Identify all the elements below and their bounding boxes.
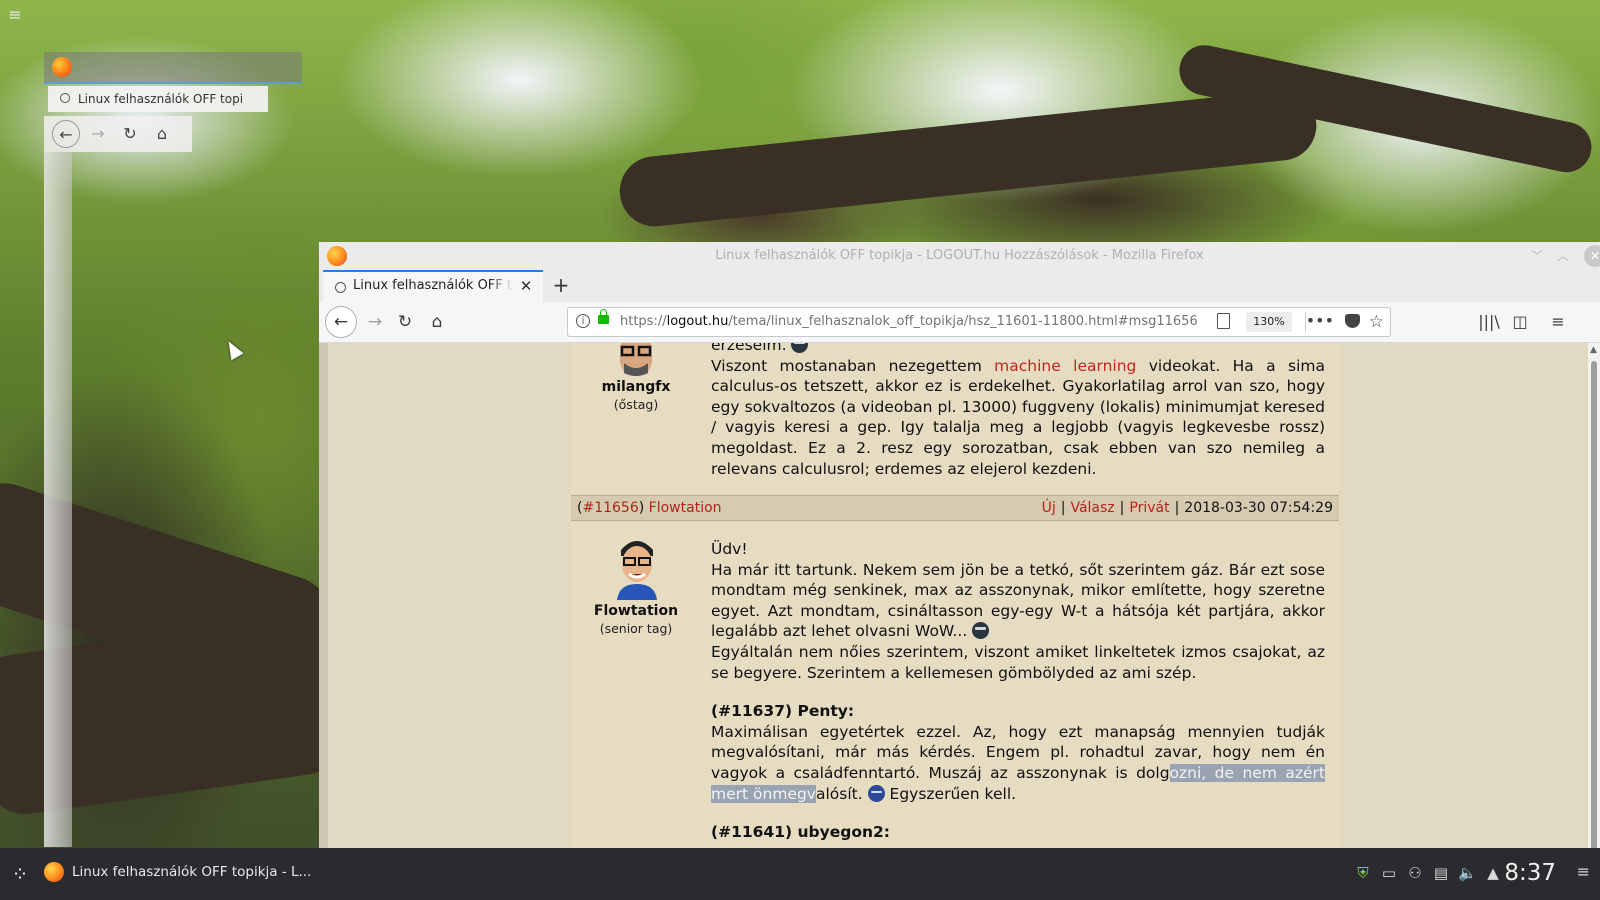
reload-icon[interactable]: ↻	[116, 120, 144, 148]
forward-arrow-icon[interactable]: →	[84, 120, 112, 148]
firefox-window[interactable]: Linux felhasználók OFF topikja - LOGOUT.…	[319, 242, 1600, 848]
machine-learning-link[interactable]: machine learning	[994, 357, 1136, 375]
app-launcher-icon[interactable]: ⁘	[8, 862, 32, 886]
desktop-menu-icon[interactable]: ≡	[4, 4, 26, 26]
tab-bar: Linux felhasználók OFF topikja - LOGOUT.…	[319, 270, 1600, 302]
reply-link[interactable]: Válasz	[1070, 500, 1114, 516]
tab-active[interactable]: Linux felhasználók OFF topikja - LOGOUT.…	[323, 270, 543, 302]
post-username[interactable]: milangfx	[570, 379, 702, 395]
sad-smiley-icon	[867, 784, 885, 802]
post-date: 2018-03-30 07:54:29	[1184, 500, 1333, 516]
scrollbar-thumb[interactable]	[1591, 361, 1597, 848]
smiley-icon	[791, 343, 809, 353]
post-paragraph: Ha már itt tartunk. Nekem sem jön be a t…	[711, 560, 1325, 641]
ghost-tab-label: Linux felhasználók OFF topi	[78, 92, 244, 106]
shield-icon[interactable]: ⛨	[1354, 862, 1372, 884]
zoom-level-button[interactable]: 130%	[1246, 312, 1292, 332]
url-text[interactable]: https://logout.hu/tema/linux_felhasznalo…	[620, 308, 1198, 336]
site-info-icon[interactable]: i	[576, 314, 590, 328]
firefox-logo-icon	[52, 57, 72, 77]
page-actions-more-icon[interactable]: •••	[1306, 308, 1334, 334]
window-titlebar[interactable]: Linux felhasználók OFF topikja - LOGOUT.…	[319, 242, 1600, 270]
bookmark-star-icon[interactable]: ☆	[1369, 309, 1384, 335]
prev-post-body: erzeseim. Viszont mostanaban nezegettem …	[711, 343, 1325, 479]
wallpaper-branch	[616, 87, 1320, 230]
ghost-tab[interactable]: Linux felhasználók OFF topi	[48, 86, 268, 112]
back-arrow-icon[interactable]: ←	[52, 120, 80, 148]
close-window-icon[interactable]: ✕	[1584, 245, 1600, 267]
page-content[interactable]: milangfx (őstag) erzeseim. Viszont mosta…	[319, 343, 1600, 848]
post-header: (#11656) Flowtation Új | Válasz | Privát | 201…	[571, 495, 1339, 521]
expand-up-icon[interactable]: ▲	[1484, 862, 1502, 884]
reader-view-icon[interactable]	[1217, 313, 1230, 329]
post-rank: (őstag)	[613, 397, 659, 412]
home-icon[interactable]: ⌂	[148, 120, 176, 148]
url-bar[interactable]: i https://logout.hu/tema/linux_felhaszna…	[567, 307, 1391, 337]
taskbar: ⁘ Linux felhasználók OFF topikja - L... …	[0, 848, 1600, 900]
sidebar-toggle-icon[interactable]: ◫	[1507, 308, 1533, 336]
maximize-icon[interactable]: ︿	[1552, 245, 1574, 267]
navigation-toolbar: ← → ↻ ⌂ i https://logout.hu/tema/linux_f…	[319, 302, 1600, 343]
post-greeting: Üdv!	[711, 540, 748, 558]
chat-bubble-icon	[60, 93, 70, 103]
quote-reference[interactable]: (#11641) ubyegon2:	[711, 822, 1325, 843]
lock-icon[interactable]	[598, 309, 609, 324]
private-message-link[interactable]: Privát	[1129, 500, 1169, 516]
forward-button[interactable]: →	[361, 308, 389, 336]
page-left-margin	[319, 343, 328, 848]
smiley-icon	[972, 622, 990, 640]
chat-bubble-icon	[335, 282, 346, 293]
tab-label: Linux felhasználók OFF topikja - LOGOUT.…	[353, 278, 513, 293]
clipboard-icon[interactable]: ▤	[1432, 862, 1450, 884]
quote-reference[interactable]: (#11637) Penty:	[711, 701, 1325, 722]
user-icon[interactable]: ⚇	[1406, 862, 1424, 884]
prev-post-partial: erzeseim.	[711, 343, 787, 354]
ghost-navbar: ← → ↻ ⌂	[44, 116, 192, 152]
vertical-scrollbar[interactable]: ▲	[1588, 343, 1600, 848]
post-author-link[interactable]: Flowtation	[649, 500, 722, 516]
taskbar-task-firefox[interactable]: Linux felhasználók OFF topikja - L...	[44, 856, 311, 890]
post-body: Üdv! Ha már itt tartunk. Nekem sem jön b…	[711, 540, 1325, 843]
window-title: Linux felhasználók OFF topikja - LOGOUT.…	[715, 248, 1204, 263]
post-number-link[interactable]: #11656	[582, 500, 638, 516]
post-username[interactable]: Flowtation	[570, 603, 702, 619]
ghost-window-body	[44, 152, 72, 847]
scroll-up-icon[interactable]: ▲	[1590, 345, 1597, 355]
back-button[interactable]: ←	[325, 306, 357, 338]
clock[interactable]: 8:37	[1504, 856, 1556, 890]
post-paragraph: Egyáltalán nem nőies szerintem, viszont …	[711, 642, 1325, 682]
home-button[interactable]: ⌂	[423, 308, 451, 336]
taskbar-task-label: Linux felhasználók OFF topikja - L...	[72, 864, 312, 880]
background-firefox-window[interactable]: Linux felhasználók OFF topi ← → ↻ ⌂	[44, 52, 304, 847]
ghost-titlebar[interactable]	[44, 52, 302, 84]
hamburger-menu-icon[interactable]: ≡	[1545, 308, 1571, 336]
minimize-icon[interactable]: ﹀	[1526, 245, 1548, 267]
library-icon[interactable]: |||\	[1476, 308, 1502, 336]
network-icon[interactable]: ▭	[1380, 862, 1398, 884]
firefox-logo-icon	[44, 862, 64, 882]
pocket-icon[interactable]	[1345, 314, 1360, 328]
volume-icon[interactable]: 🔈	[1458, 862, 1477, 884]
new-tab-button[interactable]: +	[547, 272, 575, 300]
url-domain: logout.hu	[666, 314, 729, 329]
reload-button[interactable]: ↻	[391, 308, 419, 336]
close-tab-icon[interactable]: ✕	[517, 276, 535, 296]
flowtation-avatar[interactable]	[611, 536, 663, 600]
post-rank: (senior tag)	[599, 621, 673, 636]
new-post-link[interactable]: Új	[1042, 500, 1056, 516]
tray-menu-icon[interactable]: ≡	[1577, 862, 1590, 881]
